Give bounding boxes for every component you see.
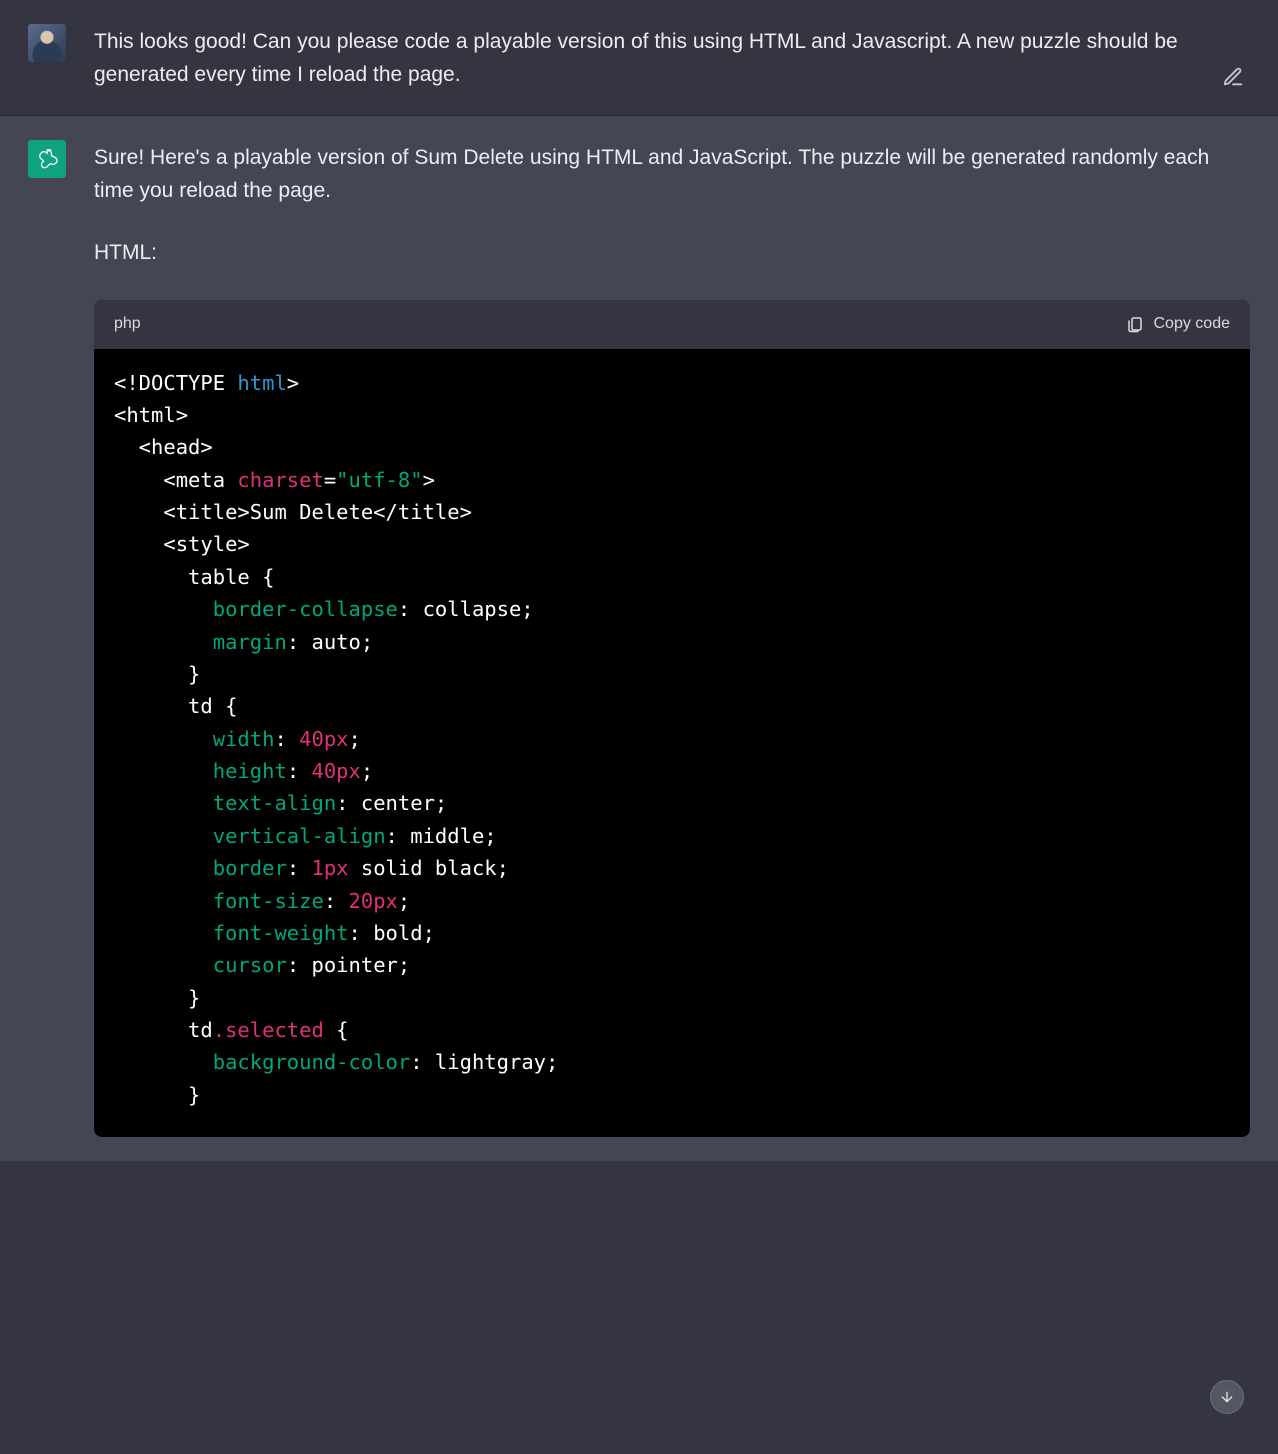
code-body[interactable]: <!DOCTYPE html> <html> <head> <meta char…: [94, 349, 1250, 1138]
arrow-down-icon: [1219, 1389, 1235, 1405]
code-lang-label: php: [114, 312, 141, 337]
clipboard-icon: [1126, 315, 1144, 333]
user-avatar: [28, 24, 66, 62]
copy-code-button[interactable]: Copy code: [1126, 312, 1231, 337]
user-message-text: This looks good! Can you please code a p…: [94, 24, 1250, 91]
copy-code-label: Copy code: [1154, 312, 1231, 337]
assistant-section-label: HTML:: [94, 237, 1250, 270]
code-block-header: php Copy code: [94, 300, 1250, 349]
assistant-intro-text: Sure! Here's a playable version of Sum D…: [94, 142, 1250, 207]
openai-logo-icon: [34, 146, 60, 172]
assistant-message: Sure! Here's a playable version of Sum D…: [0, 116, 1278, 1161]
user-message: This looks good! Can you please code a p…: [0, 0, 1278, 116]
edit-message-button[interactable]: [1222, 66, 1244, 93]
assistant-message-body: Sure! Here's a playable version of Sum D…: [94, 140, 1250, 1137]
edit-icon: [1222, 66, 1244, 88]
assistant-avatar: [28, 140, 66, 178]
scroll-to-bottom-button[interactable]: [1210, 1380, 1244, 1414]
code-block: php Copy code <!DOCTYPE html> <html> <he…: [94, 300, 1250, 1137]
